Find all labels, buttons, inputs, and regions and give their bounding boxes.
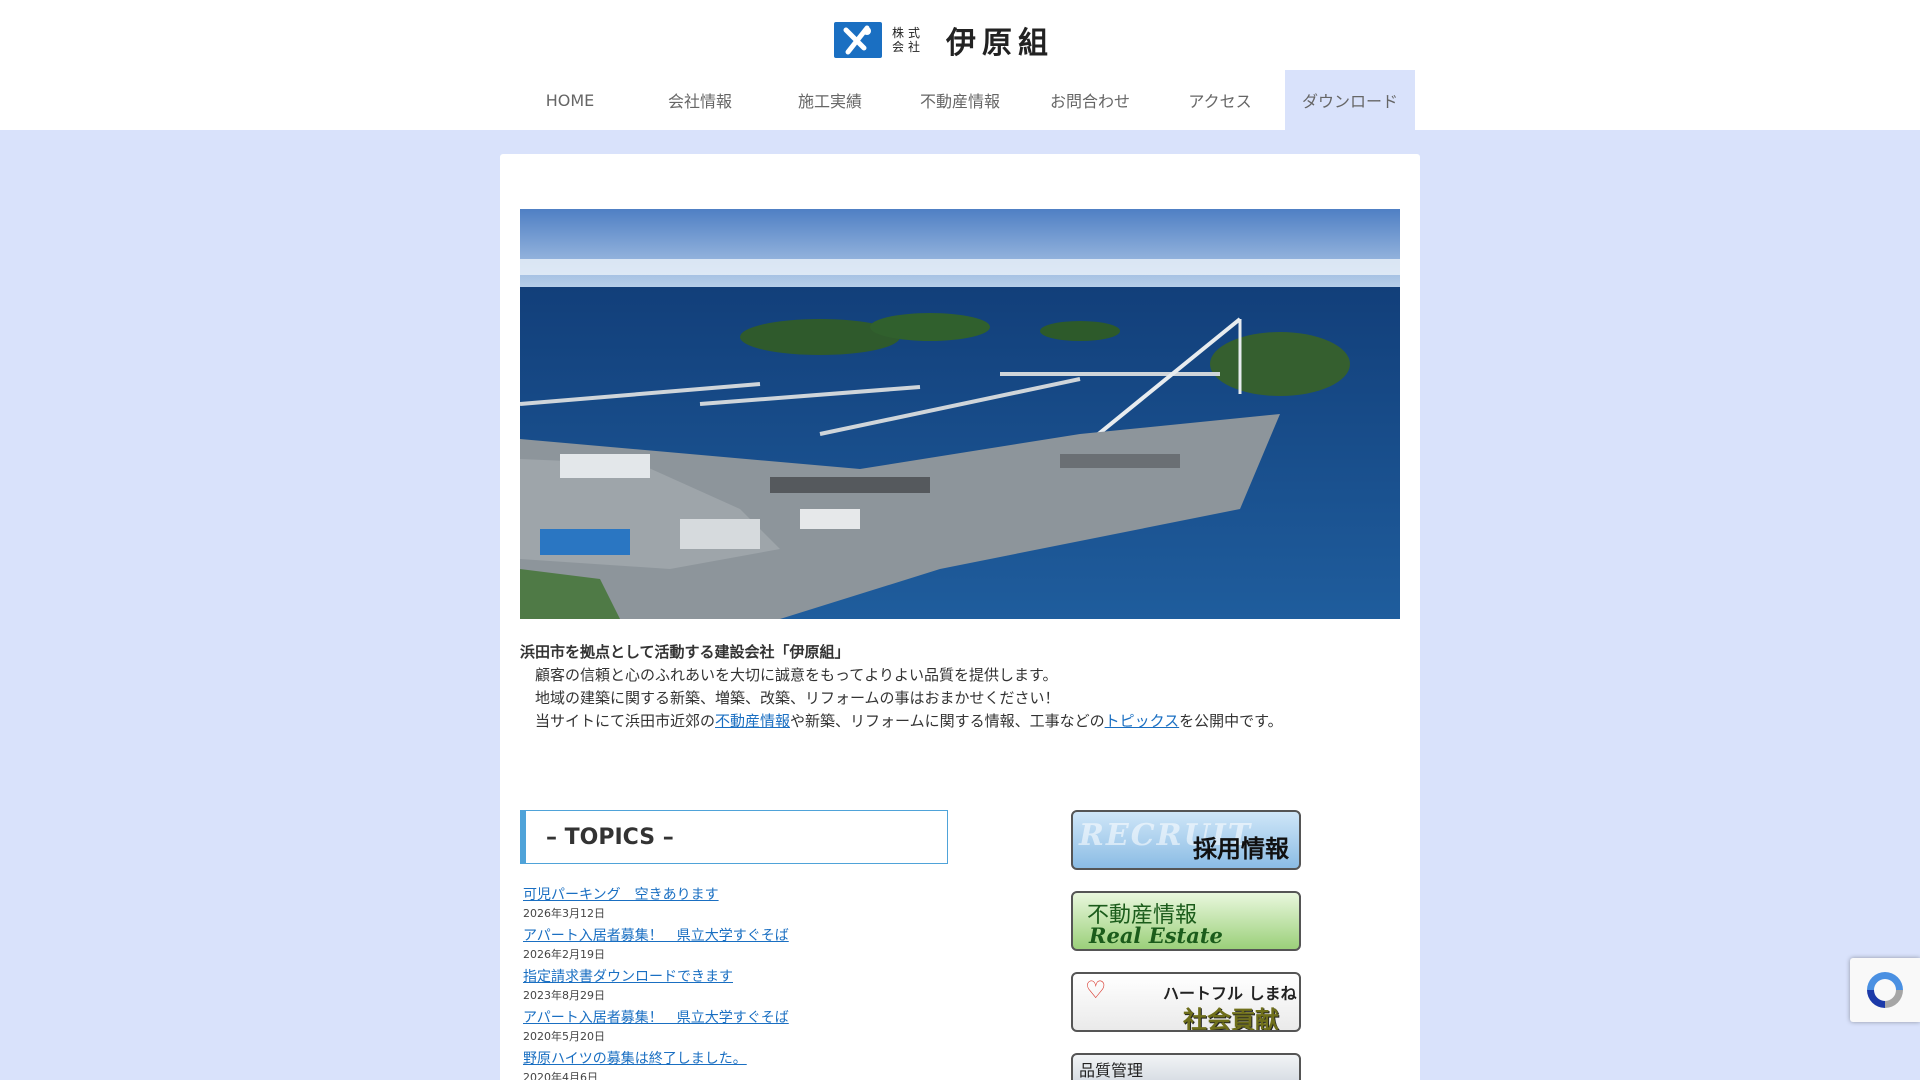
topic-date: 2020年5月20日 bbox=[523, 1030, 605, 1043]
intro-line-3-part-3: を公開中です。 bbox=[1179, 712, 1283, 730]
side-banners: RECRUIT 採用情報 不動産情報 Real Estate ♡ ハートフル し… bbox=[1071, 810, 1303, 1080]
logo-kabushikigaisha: 株式 会社 bbox=[892, 26, 932, 54]
topic-title-link[interactable]: 野原ハイツの募集は終了しました。 bbox=[523, 1049, 943, 1069]
intro-line-2: 地域の建築に関する新築、増築、改築、リフォームの事はおまかせください！ bbox=[535, 689, 1060, 707]
topics-link[interactable]: トピックス bbox=[1105, 712, 1180, 730]
recruit-banner[interactable]: RECRUIT 採用情報 bbox=[1071, 810, 1301, 870]
heart-icon: ♡ bbox=[1085, 976, 1107, 1004]
logo-kk-line2: 会社 bbox=[892, 40, 925, 54]
recruit-banner-label: 採用情報 bbox=[1193, 835, 1289, 863]
hero-harbor-image bbox=[520, 209, 1400, 619]
topic-title-link[interactable]: 指定請求書ダウンロードできます bbox=[523, 967, 943, 987]
intro-line-3-part-1: 当サイトにて浜田市近郊の bbox=[535, 712, 716, 730]
nav-access[interactable]: アクセス bbox=[1155, 70, 1285, 130]
logo-kk-line1: 株式 bbox=[892, 26, 925, 40]
intro-lead: 浜田市を拠点として活動する建設会社「伊原組」 bbox=[520, 643, 850, 661]
topic-date: 2026年3月12日 bbox=[523, 907, 605, 920]
main-content: 浜田市を拠点として活動する建設会社「伊原組」 顧客の信頼と心のふれあいを大切に誠… bbox=[500, 154, 1420, 1080]
topic-date: 2023年8月29日 bbox=[523, 989, 605, 1002]
topic-item: 指定請求書ダウンロードできます 2023年8月29日 bbox=[523, 967, 943, 1008]
nav-contact[interactable]: お問合わせ bbox=[1025, 70, 1155, 130]
nav-home[interactable]: HOME bbox=[505, 70, 635, 130]
main-nav: HOME 会社情報 施工実績 不動産情報 お問合わせ アクセス ダウンロード bbox=[505, 70, 1415, 130]
topic-date: 2026年2月19日 bbox=[523, 948, 605, 961]
nav-real-estate[interactable]: 不動産情報 bbox=[895, 70, 1025, 130]
quality-management-banner[interactable]: 品質管理 bbox=[1071, 1053, 1301, 1080]
intro-line-3-part-2: や新築、リフォームに関する情報、工事などの bbox=[790, 712, 1105, 730]
intro-line-1: 顧客の信頼と心のふれあいを大切に誠意をもってよりよい品質を提供します。 bbox=[535, 666, 1058, 684]
topic-title-link[interactable]: 可児パーキング 空きあります bbox=[523, 885, 943, 905]
intro-line-3: 当サイトにて浜田市近郊の不動産情報や新築、リフォームに関する情報、工事などのトピ… bbox=[520, 710, 1400, 733]
topic-item: アパート入居者募集！ 県立大学すぐそば 2020年5月20日 bbox=[523, 1008, 943, 1049]
nav-company-info[interactable]: 会社情報 bbox=[635, 70, 765, 130]
recaptcha-icon bbox=[1867, 972, 1903, 1008]
heartful-banner-label-main: 社会貢献 bbox=[1183, 1006, 1279, 1032]
topics-heading: – TOPICS – bbox=[520, 810, 948, 864]
topic-item: アパート入居者募集！ 県立大学すぐそば 2026年2月19日 bbox=[523, 926, 943, 967]
topic-title-link[interactable]: アパート入居者募集！ 県立大学すぐそば bbox=[523, 926, 943, 946]
quality-banner-label: 品質管理 bbox=[1079, 1061, 1144, 1080]
site-logo[interactable]: 株式 会社 伊原組 bbox=[834, 20, 1054, 61]
real-estate-banner-label-en: Real Estate bbox=[1089, 923, 1223, 948]
recaptcha-badge[interactable] bbox=[1850, 958, 1920, 1022]
intro-text: 浜田市を拠点として活動する建設会社「伊原組」 顧客の信頼と心のふれあいを大切に誠… bbox=[520, 641, 1400, 733]
topic-item: 野原ハイツの募集は終了しました。 2020年4月6日 bbox=[523, 1049, 943, 1080]
real-estate-banner[interactable]: 不動産情報 Real Estate bbox=[1071, 891, 1301, 951]
topic-item: 可児パーキング 空きあります 2026年3月12日 bbox=[523, 885, 943, 926]
topic-date: 2020年4月6日 bbox=[523, 1071, 598, 1080]
company-logo-mark-icon bbox=[834, 22, 882, 58]
logo-company-name: 伊原組 bbox=[946, 26, 1054, 61]
heartful-shimane-banner[interactable]: ♡ ハートフル しまね 社会貢献 bbox=[1071, 972, 1301, 1032]
topic-title-link[interactable]: アパート入居者募集！ 県立大学すぐそば bbox=[523, 1008, 943, 1028]
nav-works[interactable]: 施工実績 bbox=[765, 70, 895, 130]
nav-download[interactable]: ダウンロード bbox=[1285, 70, 1415, 130]
real-estate-link[interactable]: 不動産情報 bbox=[715, 712, 790, 730]
topics-list: 可児パーキング 空きあります 2026年3月12日 アパート入居者募集！ 県立大… bbox=[523, 885, 943, 1080]
site-header: 株式 会社 伊原組 HOME 会社情報 施工実績 不動産情報 お問合わせ アクセ… bbox=[0, 0, 1920, 130]
